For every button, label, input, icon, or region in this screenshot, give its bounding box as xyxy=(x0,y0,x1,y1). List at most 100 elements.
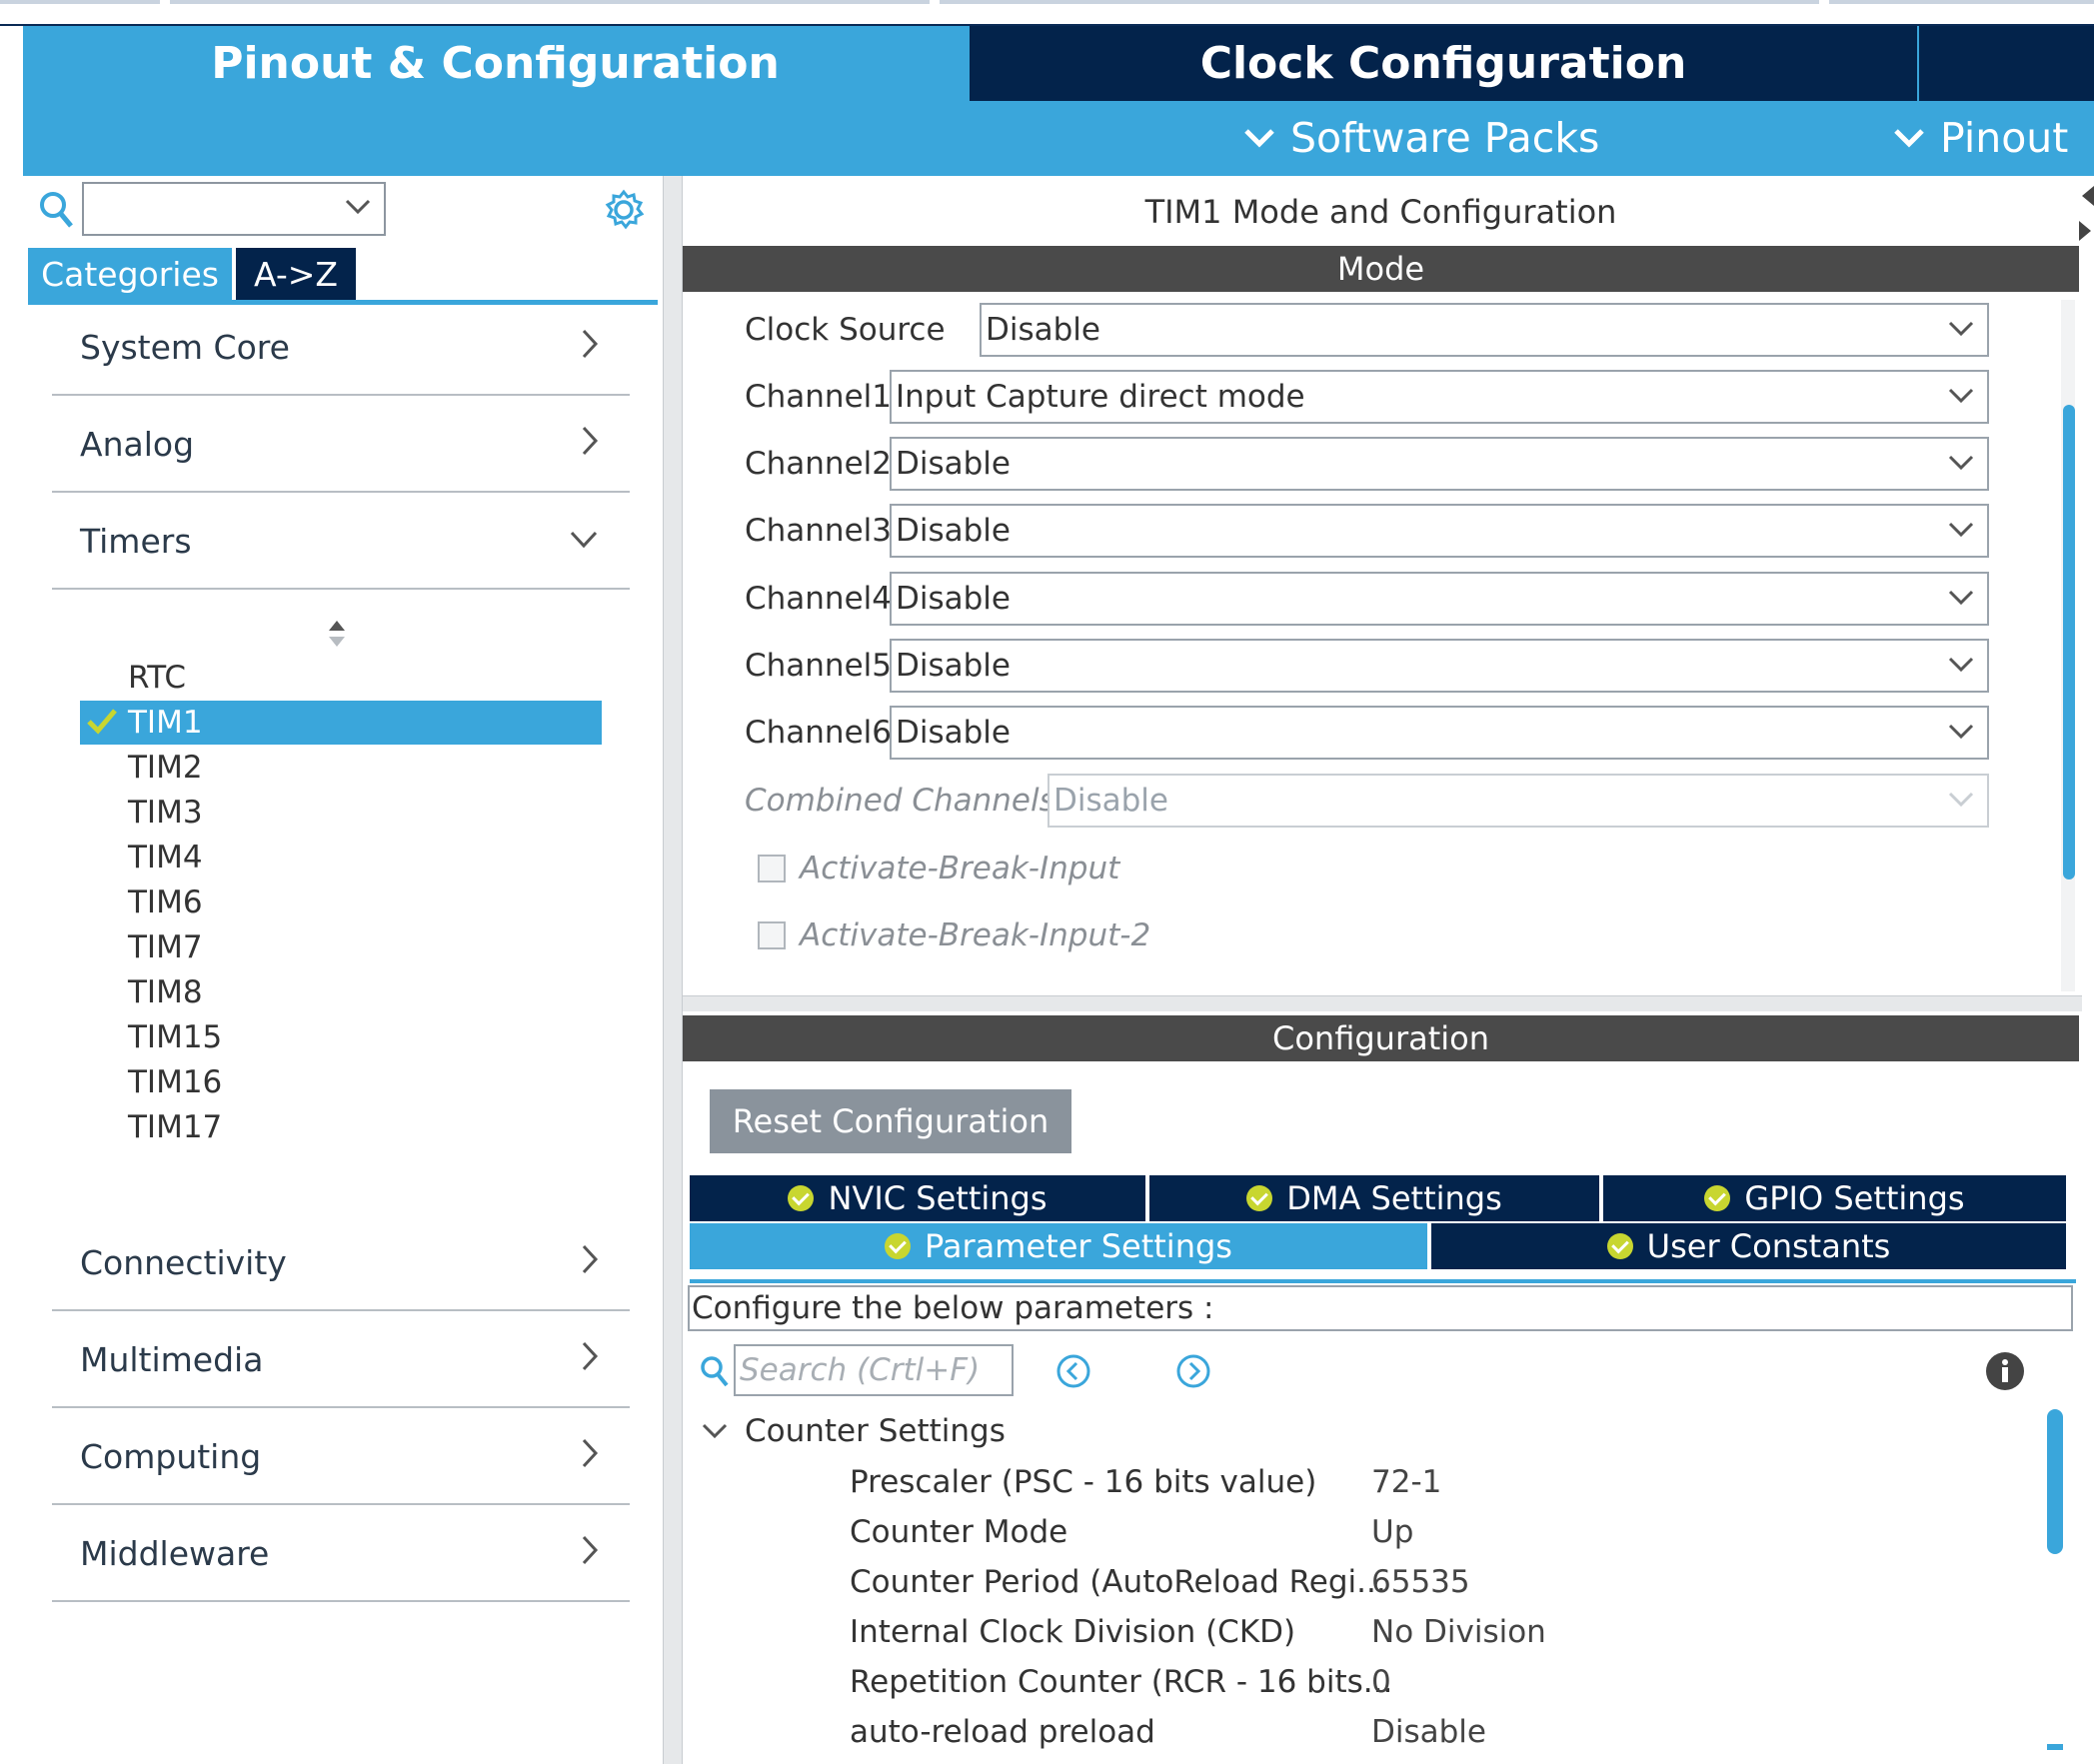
category-label: Analog xyxy=(80,424,195,464)
param-auto-reload-preload-value[interactable]: Disable xyxy=(1371,1707,1486,1757)
select-value: Disable xyxy=(896,648,1011,684)
channel5-select[interactable]: Disable xyxy=(890,639,1989,693)
category-analog[interactable]: Analog xyxy=(52,397,630,493)
chevron-right-icon xyxy=(582,1244,599,1274)
tab-clock-configuration[interactable]: Clock Configuration xyxy=(970,26,1917,101)
channel1-select[interactable]: Input Capture direct mode xyxy=(890,370,1989,424)
category-connectivity[interactable]: Connectivity xyxy=(52,1215,630,1311)
info-icon[interactable] xyxy=(1985,1351,2025,1391)
param-counter-mode-value[interactable]: Up xyxy=(1371,1507,1413,1557)
tab-dma-settings[interactable]: DMA Settings xyxy=(1149,1175,1601,1221)
check-circle-icon xyxy=(1246,1185,1273,1211)
combined-channels-select[interactable]: Disable xyxy=(1047,774,1989,828)
tab-label: NVIC Settings xyxy=(828,1179,1047,1217)
horizontal-splitter[interactable] xyxy=(683,995,2082,1011)
tab-gpio-settings[interactable]: GPIO Settings xyxy=(1603,1175,2066,1221)
param-clock-division-label: Internal Clock Division (CKD) xyxy=(850,1614,1296,1650)
param-repetition-counter-value[interactable]: 0 xyxy=(1371,1657,1391,1707)
channel2-select[interactable]: Disable xyxy=(890,437,1989,491)
clock-source-select[interactable]: Disable xyxy=(980,303,1989,357)
timer-item-tim3[interactable]: TIM3 xyxy=(80,791,602,835)
check-circle-icon xyxy=(1704,1185,1731,1211)
category-label: Middleware xyxy=(80,1533,270,1573)
timer-item-tim2[interactable]: TIM2 xyxy=(80,746,602,790)
timer-item-tim1[interactable]: TIM1 xyxy=(80,701,602,745)
category-system-core[interactable]: System Core xyxy=(52,300,630,396)
mode-panel-title: TIM1 Mode and Configuration xyxy=(1144,193,1617,231)
sort-icon[interactable] xyxy=(326,618,348,650)
activate-break-input-2-label: Activate-Break-Input-2 xyxy=(800,917,1151,953)
side-arrows-icon[interactable] xyxy=(2079,186,2094,256)
tab-nvic-settings[interactable]: NVIC Settings xyxy=(690,1175,1147,1221)
config-scrollbar-thumb[interactable] xyxy=(2047,1409,2063,1554)
search-placeholder: Search (Crtl+F) xyxy=(740,1352,981,1388)
counter-settings-group[interactable]: Counter Settings xyxy=(745,1404,1006,1458)
timer-item-tim7[interactable]: TIM7 xyxy=(80,925,602,969)
gear-icon[interactable] xyxy=(602,188,646,232)
previous-arrow-icon[interactable] xyxy=(1055,1353,1091,1389)
timer-label: TIM15 xyxy=(128,1019,223,1055)
mode-scrollbar-thumb[interactable] xyxy=(2063,405,2075,880)
timer-item-tim4[interactable]: TIM4 xyxy=(80,836,602,880)
pinout-menu[interactable]: Pinout xyxy=(1892,110,2092,166)
tab-overflow[interactable] xyxy=(1919,26,2094,101)
timer-label: TIM16 xyxy=(128,1064,223,1100)
vertical-splitter[interactable] xyxy=(663,176,683,1764)
select-value: Disable xyxy=(986,312,1100,348)
next-arrow-icon[interactable] xyxy=(1175,1353,1211,1389)
channel4-select[interactable]: Disable xyxy=(890,572,1989,626)
param-counter-period-value[interactable]: 65535 xyxy=(1371,1557,1470,1607)
channel3-select[interactable]: Disable xyxy=(890,504,1989,558)
activate-break-input-checkbox[interactable] xyxy=(758,855,786,882)
configuration-section-header: Configuration xyxy=(683,1015,2079,1061)
select-value: Disable xyxy=(896,513,1011,549)
tab-user-constants[interactable]: User Constants xyxy=(1431,1223,2066,1269)
channel6-label: Channel6 xyxy=(745,715,892,751)
chevron-right-icon xyxy=(582,1341,599,1371)
timer-item-tim8[interactable]: TIM8 xyxy=(80,970,602,1014)
channel6-select[interactable]: Disable xyxy=(890,706,1989,760)
param-repetition-counter-label: Repetition Counter (RCR - 16 bits... xyxy=(850,1664,1393,1700)
param-prescaler-value[interactable]: 72-1 xyxy=(1371,1457,1441,1507)
category-label: Multimedia xyxy=(80,1339,264,1379)
search-icon xyxy=(701,1356,729,1387)
parameter-search-input[interactable]: Search (Crtl+F) xyxy=(734,1344,1014,1396)
category-computing[interactable]: Computing xyxy=(52,1409,630,1505)
tab-pinout-configuration[interactable]: Pinout & Configuration xyxy=(23,26,968,101)
category-timers[interactable]: Timers xyxy=(52,494,630,590)
timer-item-tim16[interactable]: TIM16 xyxy=(80,1060,602,1104)
combined-channels-label: Combined Channels xyxy=(745,783,1055,819)
timer-item-tim17[interactable]: TIM17 xyxy=(80,1105,602,1149)
activate-break-input-2-checkbox[interactable] xyxy=(758,921,786,949)
timer-item-tim6[interactable]: TIM6 xyxy=(80,881,602,924)
timer-label: TIM2 xyxy=(128,750,203,786)
timer-label: TIM17 xyxy=(128,1109,223,1145)
tab-label: Parameter Settings xyxy=(925,1227,1232,1265)
tab-a-to-z[interactable]: A->Z xyxy=(236,248,356,300)
activate-break-input-label: Activate-Break-Input xyxy=(800,851,1120,886)
chevron-right-icon xyxy=(582,426,599,456)
check-circle-icon xyxy=(1606,1233,1633,1259)
component-search-input[interactable] xyxy=(82,182,386,236)
param-counter-period-label: Counter Period (AutoReload Regi... xyxy=(850,1564,1386,1600)
select-value: Disable xyxy=(896,715,1011,751)
select-value: Disable xyxy=(896,581,1011,617)
param-clock-division-value[interactable]: No Division xyxy=(1371,1607,1546,1657)
param-prescaler-label: Prescaler (PSC - 16 bits value) xyxy=(850,1464,1317,1500)
category-middleware[interactable]: Middleware xyxy=(52,1506,630,1602)
timer-item-rtc[interactable]: RTC xyxy=(80,656,602,700)
reset-configuration-button[interactable]: Reset Configuration xyxy=(710,1089,1071,1153)
tab-label: GPIO Settings xyxy=(1744,1179,1965,1217)
channel2-label: Channel2 xyxy=(745,446,892,482)
timer-item-tim15[interactable]: TIM15 xyxy=(80,1015,602,1059)
tab-categories[interactable]: Categories xyxy=(28,248,232,300)
collapse-chevron-icon[interactable] xyxy=(700,1419,730,1443)
software-packs-menu[interactable]: Software Packs xyxy=(1242,110,1602,166)
param-auto-reload-preload-label: auto-reload preload xyxy=(850,1714,1155,1750)
chevron-down-icon xyxy=(1948,388,1974,404)
select-value: Disable xyxy=(1053,783,1168,819)
tab-parameter-settings[interactable]: Parameter Settings xyxy=(690,1223,1429,1269)
param-counter-mode-label: Counter Mode xyxy=(850,1514,1068,1550)
category-multimedia[interactable]: Multimedia xyxy=(52,1312,630,1408)
chevron-down-icon xyxy=(1948,590,1974,606)
